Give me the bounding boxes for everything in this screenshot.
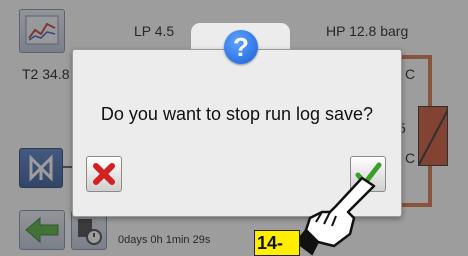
dialog-message: Do you want to stop run log save? (100, 104, 374, 124)
pointing-hand-icon (294, 176, 376, 256)
question-icon: ? (224, 30, 258, 64)
cancel-button[interactable] (86, 156, 122, 192)
step-label: 14- (254, 230, 300, 256)
red-x-icon (93, 163, 115, 185)
